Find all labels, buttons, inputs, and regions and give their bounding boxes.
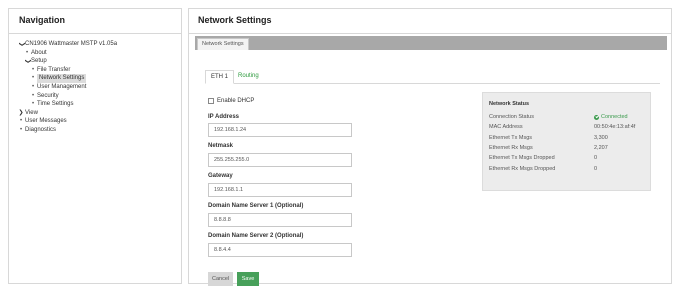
check-circle-icon <box>594 114 599 120</box>
status-key: Ethernet Rx Msgs Dropped <box>489 165 556 172</box>
chevron-right-icon[interactable]: ❯ <box>17 109 25 118</box>
status-row-tx-dropped: Ethernet Tx Msgs Dropped 0 <box>489 153 644 163</box>
tree-item-user-messages[interactable]: • User Messages <box>17 117 181 126</box>
dns1-label: Domain Name Server 1 (Optional) <box>208 203 304 209</box>
dns2-input[interactable] <box>208 243 352 257</box>
tree-item-label: User Management <box>37 83 87 90</box>
tree-item-user-management[interactable]: • User Management <box>17 83 181 92</box>
tree-item-security[interactable]: • Security <box>17 92 181 101</box>
tree-item-view[interactable]: ❯ View <box>17 109 181 118</box>
tree-item-setup[interactable]: ❯ Setup <box>17 57 181 66</box>
status-value: Connected <box>594 114 628 120</box>
enable-dhcp-checkbox[interactable] <box>208 98 214 104</box>
navigation-tree: ❯ CN1906 Wattmaster MSTP v1.05a • About … <box>9 34 181 135</box>
chevron-down-icon[interactable]: ❯ <box>23 57 32 65</box>
dns2-label: Domain Name Server 2 (Optional) <box>208 233 304 239</box>
network-status-title: Network Status <box>489 101 530 107</box>
bullet-icon: • <box>19 118 23 125</box>
tree-item-network-settings[interactable]: • Network Settings <box>17 74 181 83</box>
bullet-icon: • <box>31 66 35 73</box>
connection-status-value: Connected <box>601 114 628 121</box>
status-value: 0 <box>594 155 598 162</box>
status-key: Ethernet Rx Msgs <box>489 145 533 152</box>
subtab-eth1[interactable]: ETH 1 <box>205 70 235 84</box>
navigation-title: Navigation <box>9 9 181 34</box>
cancel-button[interactable]: Cancel <box>208 272 233 286</box>
tree-item-diagnostics[interactable]: • Diagnostics <box>17 126 181 135</box>
tree-item-label: Network Settings <box>37 74 87 83</box>
bullet-icon: • <box>19 126 23 133</box>
tree-item-label: User Messages <box>25 118 67 125</box>
tree-item-label: File Transfer <box>37 66 71 73</box>
netmask-label: Netmask <box>208 143 234 149</box>
status-key: Connection Status <box>489 114 534 121</box>
enable-dhcp-row[interactable]: Enable DHCP <box>208 97 358 105</box>
save-button[interactable]: Save <box>237 272 259 286</box>
tab-strip: Network Settings <box>195 36 667 50</box>
tab-network-settings[interactable]: Network Settings <box>197 38 249 50</box>
status-row-mac: MAC Address 00:50:4e:13:af:4f <box>489 122 644 132</box>
status-key: MAC Address <box>489 124 523 131</box>
ip-address-input[interactable] <box>208 123 352 137</box>
status-row-tx: Ethernet Tx Msgs 3,300 <box>489 133 644 143</box>
tree-item-label: Setup <box>31 58 47 65</box>
subtab-routing[interactable]: Routing <box>233 70 264 84</box>
tree-item-label: Security <box>37 92 59 99</box>
tree-item-label: View <box>25 109 38 116</box>
enable-dhcp-label: Enable DHCP <box>217 98 255 104</box>
gateway-input[interactable] <box>208 183 352 197</box>
network-form: Enable DHCP IP Address Netmask Gateway D… <box>208 97 358 257</box>
bullet-icon: • <box>31 101 35 108</box>
status-value: 0 <box>594 165 598 172</box>
bullet-icon: • <box>31 92 35 99</box>
tree-item-time-settings[interactable]: • Time Settings <box>17 100 181 109</box>
status-row-rx-dropped: Ethernet Rx Msgs Dropped 0 <box>489 163 644 173</box>
tree-item-label: CN1906 Wattmaster MSTP v1.05a <box>25 41 118 47</box>
network-status-panel: Network Status Connection Status Connect… <box>482 92 651 191</box>
subtab-bar: ETH 1 Routing <box>205 70 660 84</box>
tree-item-label: About <box>31 49 47 56</box>
netmask-input[interactable] <box>208 153 352 167</box>
tree-item-label: Time Settings <box>37 101 74 108</box>
main-panel: Network Settings Network Settings ETH 1 … <box>188 8 672 286</box>
navigation-panel: Navigation ❯ CN1906 Wattmaster MSTP v1.0… <box>8 8 182 284</box>
status-value: 2,207 <box>594 145 608 152</box>
status-row-connection: Connection Status Connected <box>489 112 644 122</box>
dns1-input[interactable] <box>208 213 352 227</box>
bullet-icon: • <box>25 49 29 56</box>
gateway-label: Gateway <box>208 173 233 179</box>
bullet-icon: • <box>31 75 35 82</box>
page-title: Network Settings <box>189 9 671 34</box>
status-key: Ethernet Tx Msgs <box>489 134 532 141</box>
status-row-rx: Ethernet Rx Msgs 2,207 <box>489 143 644 153</box>
tree-item-file-transfer[interactable]: • File Transfer <box>17 66 181 75</box>
bullet-icon: • <box>31 83 35 90</box>
tree-item-device[interactable]: ❯ CN1906 Wattmaster MSTP v1.05a <box>17 40 181 49</box>
status-value: 00:50:4e:13:af:4f <box>594 124 636 131</box>
status-key: Ethernet Tx Msgs Dropped <box>489 155 555 162</box>
status-value: 3,300 <box>594 134 608 141</box>
ip-address-label: IP Address <box>208 114 240 120</box>
chevron-down-icon[interactable]: ❯ <box>17 40 26 48</box>
tree-item-about[interactable]: • About <box>17 49 181 58</box>
tree-item-label: Diagnostics <box>25 126 57 133</box>
